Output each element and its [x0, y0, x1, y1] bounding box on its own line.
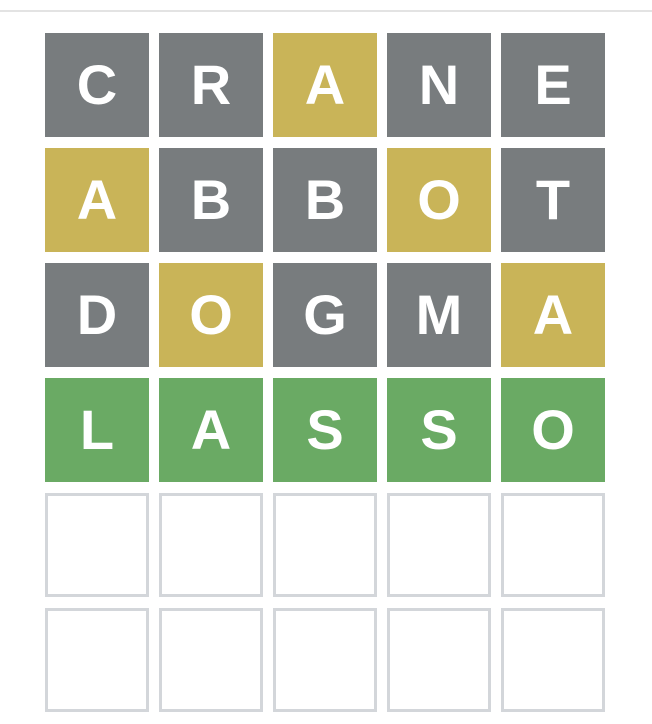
tile-r6-c5 [501, 608, 605, 712]
tile-r3-c2: O [159, 263, 263, 367]
tile-r2-c5: T [501, 148, 605, 252]
tile-r4-c4: S [387, 378, 491, 482]
game-board: CRANEABBOTDOGMALASSO [45, 33, 605, 712]
tile-r3-c1: D [45, 263, 149, 367]
tile-r2-c4: O [387, 148, 491, 252]
tile-r5-c1 [45, 493, 149, 597]
tile-r4-c2: A [159, 378, 263, 482]
tile-r5-c4 [387, 493, 491, 597]
tile-r1-c1: C [45, 33, 149, 137]
tile-r6-c2 [159, 608, 263, 712]
tile-r3-c3: G [273, 263, 377, 367]
tile-r4-c3: S [273, 378, 377, 482]
tile-r6-c1 [45, 608, 149, 712]
tile-r3-c4: M [387, 263, 491, 367]
tile-r1-c5: E [501, 33, 605, 137]
tile-r6-c3 [273, 608, 377, 712]
tile-r5-c3 [273, 493, 377, 597]
tile-r4-c5: O [501, 378, 605, 482]
tile-r6-c4 [387, 608, 491, 712]
tile-r1-c4: N [387, 33, 491, 137]
tile-r2-c3: B [273, 148, 377, 252]
tile-r4-c1: L [45, 378, 149, 482]
header-divider [0, 10, 652, 12]
tile-r5-c5 [501, 493, 605, 597]
tile-r2-c1: A [45, 148, 149, 252]
tile-r5-c2 [159, 493, 263, 597]
tile-r1-c2: R [159, 33, 263, 137]
tile-r1-c3: A [273, 33, 377, 137]
tile-r2-c2: B [159, 148, 263, 252]
tile-r3-c5: A [501, 263, 605, 367]
